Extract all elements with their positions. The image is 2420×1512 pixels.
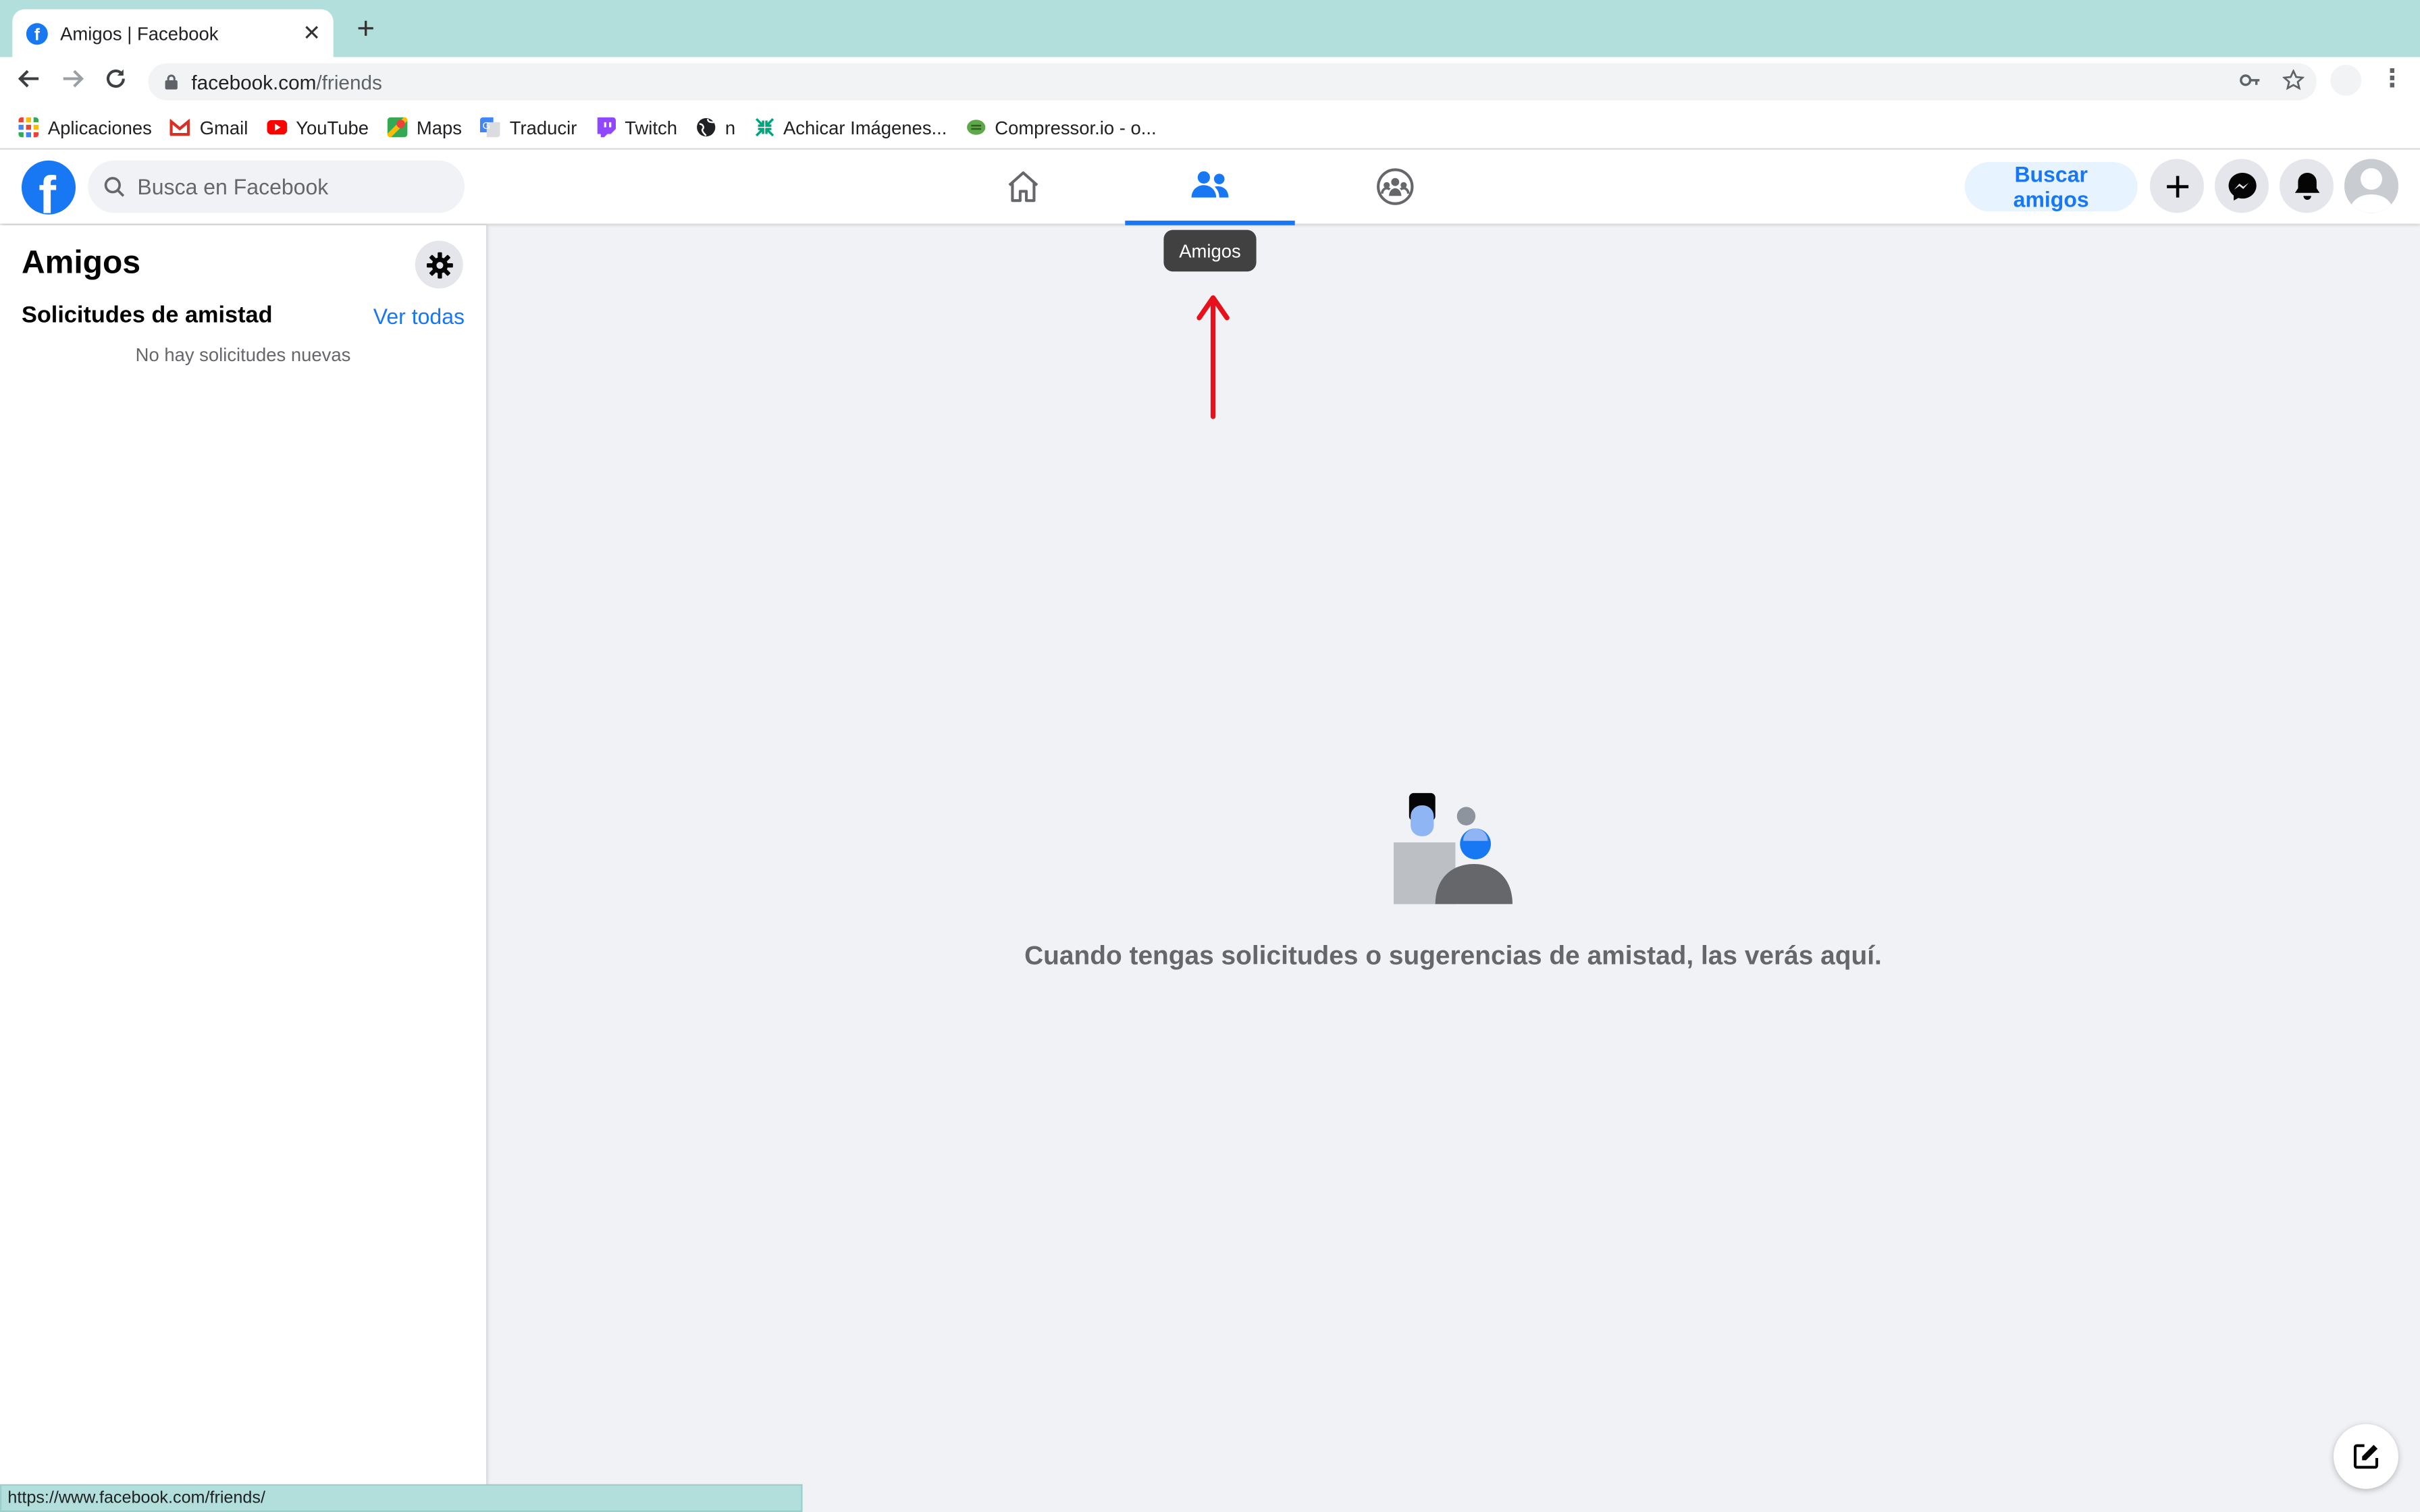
bookmark-twitch[interactable]: Twitch xyxy=(596,117,677,138)
lock-icon xyxy=(165,74,178,90)
friends-empty-illustration xyxy=(1393,792,1512,905)
facebook-logo-icon[interactable]: f xyxy=(21,160,76,215)
bookmark-star-icon[interactable] xyxy=(2282,69,2305,91)
browser-status-bar: https://www.facebook.com/friends/ xyxy=(0,1484,803,1512)
bookmark-aplicaciones[interactable]: Aplicaciones xyxy=(18,117,152,138)
youtube-icon xyxy=(266,119,287,135)
see-all-link[interactable]: Ver todas xyxy=(373,304,465,329)
bookmark-n[interactable]: n xyxy=(695,117,735,138)
twitch-icon xyxy=(597,117,616,138)
friends-tooltip: Amigos xyxy=(1163,230,1257,272)
compose-icon xyxy=(2353,1444,2379,1469)
key-icon[interactable] xyxy=(2240,70,2261,91)
default-avatar-icon xyxy=(2344,159,2398,213)
compress-icon xyxy=(754,117,774,137)
apps-grid-icon xyxy=(18,117,39,138)
compressor-icon xyxy=(966,119,985,135)
bookmark-traducir[interactable]: G Traducir xyxy=(480,117,577,138)
friends-icon xyxy=(1191,171,1229,198)
gmail-icon xyxy=(170,118,190,136)
bookmarks-bar: Aplicaciones Gmail YouTube Maps G Traduc… xyxy=(0,106,2420,150)
translate-icon: G xyxy=(480,117,501,138)
bookmark-gmail[interactable]: Gmail xyxy=(170,117,248,138)
bookmark-achicar-imagenes[interactable]: Achicar Imágenes... xyxy=(754,117,947,138)
facebook-favicon-icon: f xyxy=(26,22,48,45)
notifications-button[interactable] xyxy=(2279,159,2334,213)
svg-text:G: G xyxy=(483,121,491,132)
search-input[interactable] xyxy=(134,172,450,201)
reload-icon[interactable] xyxy=(101,66,132,97)
back-icon[interactable] xyxy=(14,66,45,97)
home-icon xyxy=(1008,171,1038,202)
search-icon xyxy=(104,177,125,197)
friends-sidebar: Amigos Solicitudes de amistad Ver todas … xyxy=(0,225,486,1512)
new-message-button[interactable] xyxy=(2333,1424,2398,1489)
browser-tab-strip: f Amigos | Facebook ✕ + xyxy=(0,0,2420,57)
bell-icon xyxy=(2294,171,2319,199)
page-title: Amigos xyxy=(21,245,141,281)
tab-groups[interactable] xyxy=(1311,150,1480,224)
messenger-icon xyxy=(2228,171,2256,200)
create-button[interactable] xyxy=(2149,159,2204,213)
facebook-header: f Buscar amigos xyxy=(0,149,2420,225)
bookmark-youtube[interactable]: YouTube xyxy=(266,117,369,138)
avatar[interactable] xyxy=(2344,159,2398,213)
gear-icon xyxy=(425,251,452,278)
url-text: facebook.com/friends xyxy=(191,70,382,94)
no-requests-text: No hay solicitudes nuevas xyxy=(135,344,351,366)
red-arrow-annotation xyxy=(1196,295,1230,419)
settings-button[interactable] xyxy=(415,240,463,289)
tab-friends[interactable] xyxy=(1125,150,1295,225)
browser-tab[interactable]: f Amigos | Facebook ✕ xyxy=(12,9,334,57)
new-tab-button[interactable]: + xyxy=(352,14,379,45)
tab-title: Amigos | Facebook xyxy=(60,22,219,45)
forward-icon[interactable] xyxy=(57,66,88,97)
address-bar[interactable]: facebook.com/friends xyxy=(148,63,2317,101)
browser-toolbar: facebook.com/friends ⋮ xyxy=(0,57,2420,107)
find-friends-button[interactable]: Buscar amigos xyxy=(1964,161,2138,212)
browser-profile-icon[interactable] xyxy=(2330,64,2362,96)
close-tab-icon[interactable]: ✕ xyxy=(299,20,324,47)
plus-icon xyxy=(2165,175,2188,197)
bookmark-maps[interactable]: Maps xyxy=(387,117,462,138)
friend-requests-heading: Solicitudes de amistad xyxy=(21,302,273,329)
browser-menu-icon[interactable]: ⋮ xyxy=(2380,65,2405,96)
bookmark-compressor[interactable]: Compressor.io - o... xyxy=(966,117,1157,138)
messenger-button[interactable] xyxy=(2214,159,2269,213)
tab-home[interactable] xyxy=(939,150,1108,224)
globe-icon xyxy=(696,117,715,137)
groups-icon xyxy=(1377,168,1414,205)
search-box[interactable] xyxy=(88,160,465,213)
empty-state-message: Cuando tengas solicitudes o sugerencias … xyxy=(1024,941,1882,971)
maps-icon xyxy=(387,117,408,138)
